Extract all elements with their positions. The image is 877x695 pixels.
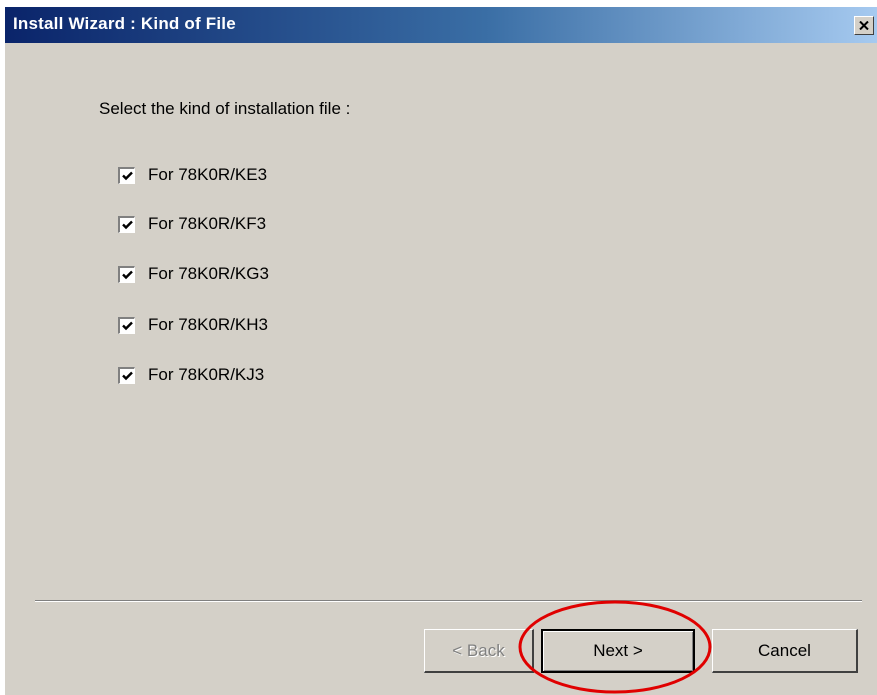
next-button[interactable]: Next >	[541, 629, 695, 673]
ke3-checkbox[interactable]	[118, 166, 135, 184]
kh3-checkbox[interactable]	[118, 316, 135, 334]
prompt-label: Select the kind of installation file :	[99, 99, 351, 118]
window-title: Install Wizard : Kind of File	[13, 14, 236, 33]
cancel-button[interactable]: Cancel	[712, 629, 858, 673]
kj3-checkbox[interactable]	[118, 366, 135, 384]
kh3-label: For 78K0R/KH3	[148, 315, 268, 334]
ke3-label: For 78K0R/KE3	[148, 165, 268, 184]
option-kh3[interactable]: For 78K0R/KH3	[118, 314, 268, 336]
option-kg3[interactable]: For 78K0R/KG3	[118, 263, 269, 285]
kg3-checkbox[interactable]	[118, 265, 135, 283]
kj3-label: For 78K0R/KJ3	[148, 365, 265, 384]
close-icon	[859, 21, 869, 30]
check-icon	[121, 321, 133, 330]
option-ke3[interactable]: For 78K0R/KE3	[118, 164, 267, 186]
check-icon	[121, 371, 133, 380]
option-kj3[interactable]: For 78K0R/KJ3	[118, 364, 264, 386]
option-kf3[interactable]: For 78K0R/KF3	[118, 213, 266, 235]
kf3-checkbox[interactable]	[118, 215, 135, 233]
close-button[interactable]	[854, 16, 874, 35]
install-wizard-dialog: Install Wizard : Kind of File Select the…	[4, 7, 877, 695]
check-icon	[121, 220, 133, 229]
check-icon	[121, 171, 133, 180]
kf3-label: For 78K0R/KF3	[148, 214, 267, 233]
button-separator	[35, 600, 862, 602]
check-icon	[121, 270, 133, 279]
kg3-label: For 78K0R/KG3	[148, 264, 269, 283]
back-button[interactable]: < Back	[424, 629, 534, 673]
title-bar[interactable]: Install Wizard : Kind of File	[5, 7, 877, 43]
